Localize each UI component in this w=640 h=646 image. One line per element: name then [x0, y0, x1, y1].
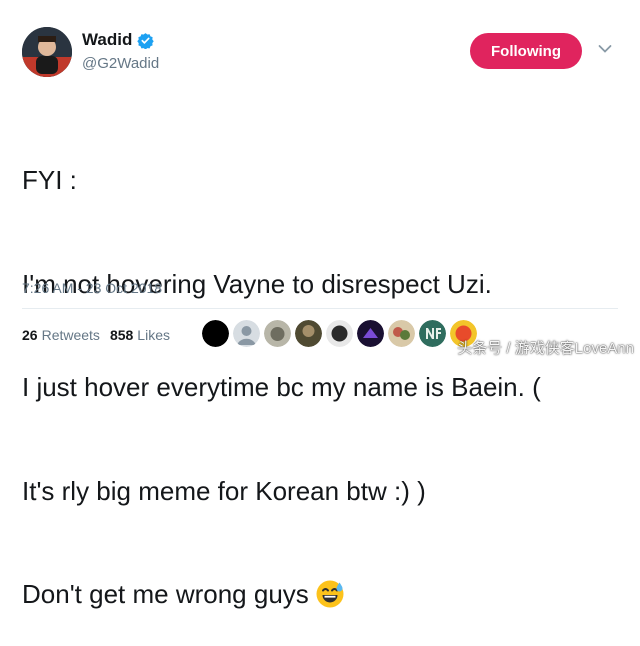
avatar[interactable] — [22, 27, 72, 77]
likes-count: 858 — [109, 327, 134, 343]
liker-avatar[interactable] — [233, 320, 260, 347]
avatar-image — [22, 27, 72, 77]
liker-avatar[interactable] — [295, 320, 322, 347]
liker-avatar[interactable] — [202, 320, 229, 347]
retweets-stat[interactable]: 26 Retweets — [22, 327, 100, 343]
likes-stat[interactable]: 858 Likes — [110, 327, 170, 343]
liker-avatar[interactable] — [419, 320, 446, 347]
liker-avatars — [202, 320, 477, 347]
user-handle[interactable]: @G2Wadid — [82, 55, 159, 72]
tweet-line-last: Don't get me wrong guys — [22, 577, 622, 612]
display-name[interactable]: Wadid — [82, 30, 155, 50]
chevron-down-icon[interactable] — [598, 44, 612, 54]
tweet-timestamp[interactable]: 7:26 AM - 23 Oct 2018 — [22, 280, 162, 296]
tweet-text: FYI : I'm not hovering Vayne to disrespe… — [22, 94, 622, 646]
watermark-text: 头条号 / 游戏侠客LoveAnn — [457, 340, 634, 357]
tweet-line: It's rly big meme for Korean btw :) ) — [22, 475, 426, 506]
sweat-smile-emoji-icon — [316, 580, 344, 608]
likes-label: Likes — [137, 327, 170, 343]
liker-avatar[interactable] — [357, 320, 384, 347]
following-button[interactable]: Following — [470, 33, 582, 69]
tweet-line: I just hover everytime bc my name is Bae… — [22, 372, 541, 402]
liker-avatar[interactable] — [264, 320, 291, 347]
liker-avatar[interactable] — [326, 320, 353, 347]
retweets-label: Retweets — [41, 327, 100, 343]
divider — [22, 308, 618, 309]
tweet-line: FYI : — [22, 165, 77, 195]
liker-avatar[interactable] — [388, 320, 415, 347]
tweet-stats: 26 Retweets 858 Likes — [22, 327, 170, 343]
tweet-line: Don't get me wrong guys — [22, 579, 309, 609]
verified-badge-icon — [137, 32, 155, 49]
retweets-count: 26 — [22, 327, 38, 343]
display-name-text[interactable]: Wadid — [82, 30, 132, 50]
